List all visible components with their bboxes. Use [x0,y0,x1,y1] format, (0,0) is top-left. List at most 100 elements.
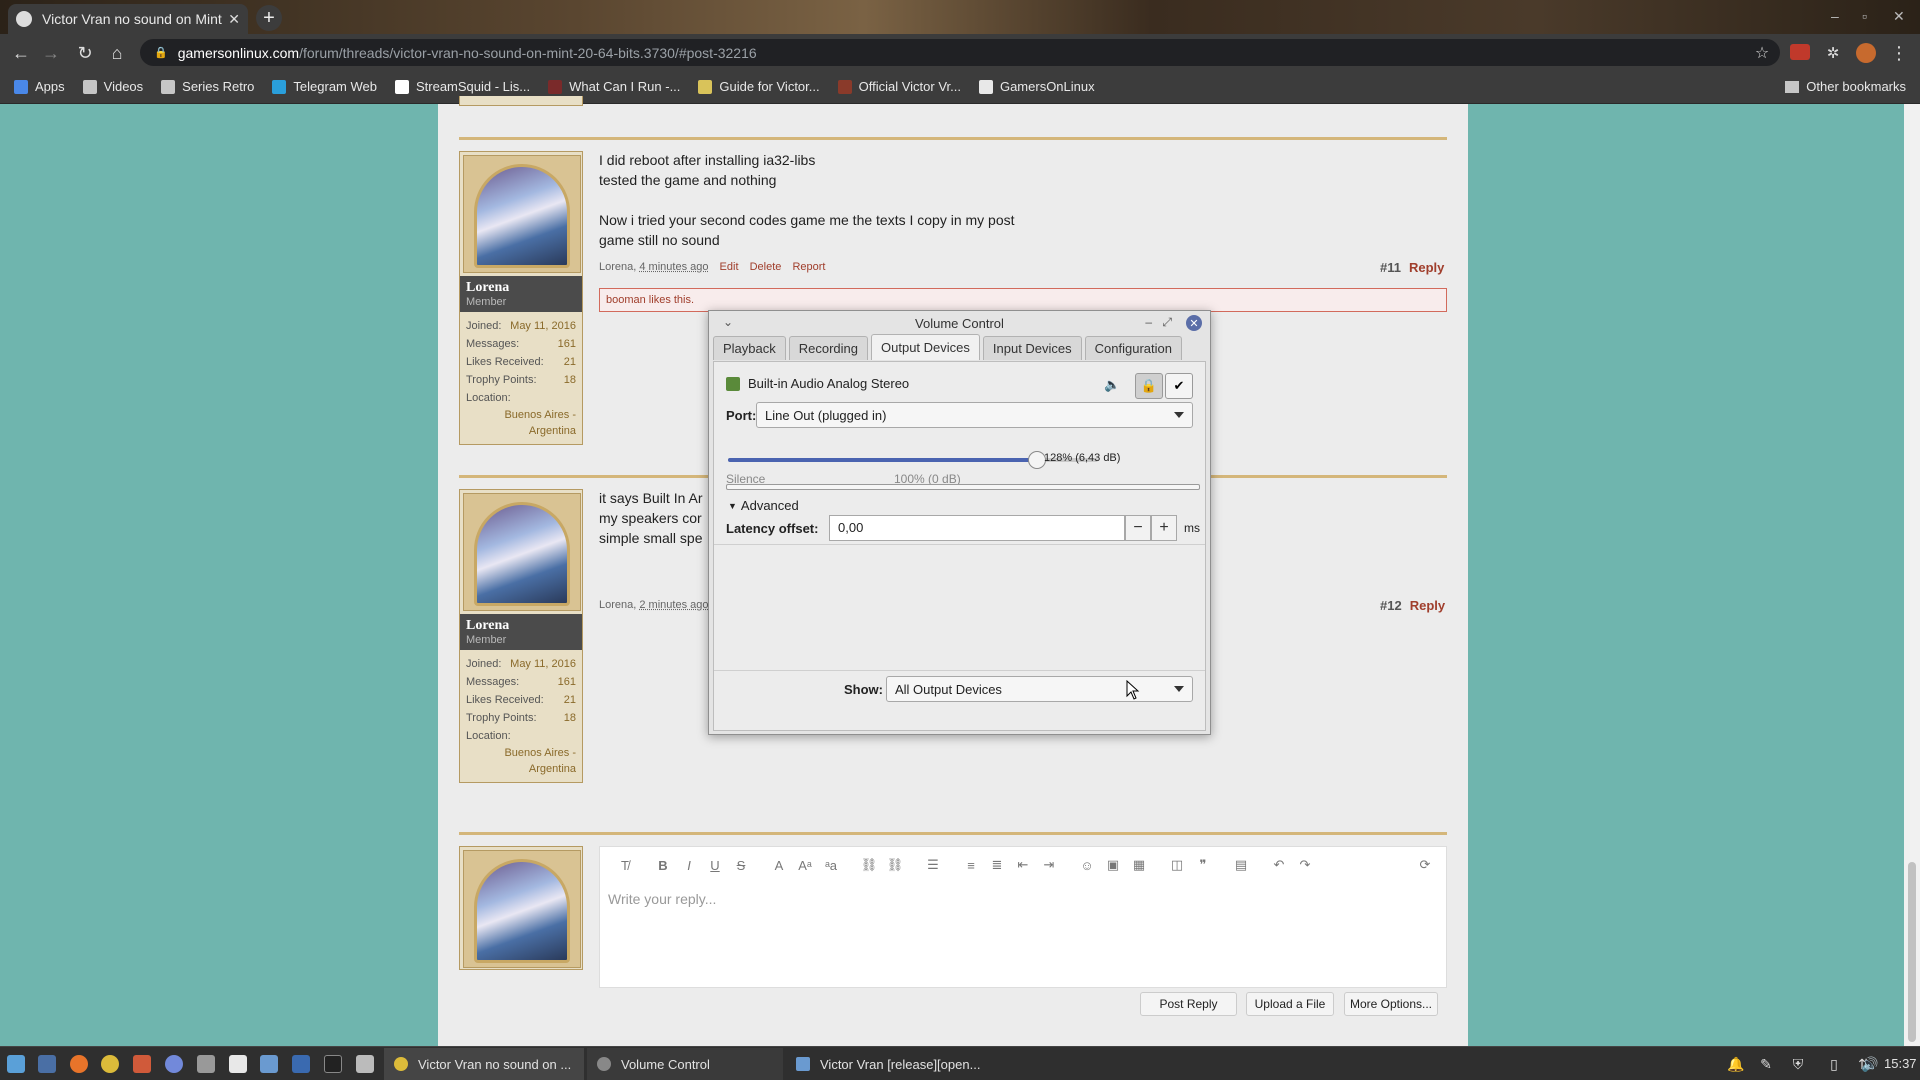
font-family-icon[interactable]: ᵃa [818,858,844,873]
align-icon[interactable]: ☰ [920,857,946,873]
taskbar-window-volume[interactable]: Volume Control [587,1048,783,1080]
menu-launcher-icon[interactable] [7,1055,25,1073]
extensions-icon[interactable]: ✲ [1822,42,1844,64]
bookmark-star-icon[interactable]: ☆ [1751,42,1773,64]
tab-configuration[interactable]: Configuration [1084,336,1182,360]
reload-icon[interactable]: ↻ [74,42,96,64]
bookmark-item[interactable]: Telegram Web [272,79,377,94]
home-icon[interactable]: ⌂ [106,42,128,64]
maximize-icon[interactable]: ▫ [1862,8,1867,24]
text-color-icon[interactable]: A [766,858,792,873]
browser-tab[interactable]: Victor Vran no sound on Mint ✕ [8,4,248,34]
discord-icon[interactable] [165,1055,183,1073]
post-reply-button[interactable]: Post Reply [1140,992,1237,1016]
italic-icon[interactable]: I [676,858,702,873]
image-icon[interactable]: ▣ [1100,857,1126,873]
more-options-button[interactable]: More Options... [1344,992,1438,1016]
remove-format-icon[interactable]: T̸ [612,858,638,873]
forward-icon[interactable]: → [40,42,62,64]
shield-icon[interactable]: ⛨ [1790,1056,1806,1072]
user-avatar[interactable] [463,493,581,611]
adblock-extension-icon[interactable] [1790,44,1810,60]
bookmark-item[interactable]: Apps [14,79,65,94]
toggle-bbcode-icon[interactable]: ⟳ [1412,857,1438,873]
chrome-icon[interactable] [101,1055,119,1073]
menu-icon[interactable]: ⋮ [1888,42,1910,64]
shield-app-icon[interactable] [292,1055,310,1073]
username[interactable]: Lorena [466,618,576,634]
post-time[interactable]: 2 minutes ago [639,599,708,611]
new-tab-button[interactable]: + [256,5,282,31]
tab-output-devices[interactable]: Output Devices [871,334,980,360]
bullet-list-icon[interactable]: ≡ [958,858,984,873]
messages-value[interactable]: 161 [558,676,576,688]
clipboard-icon[interactable]: ▯ [1826,1056,1842,1072]
tab-close-icon[interactable]: ✕ [228,11,240,28]
show-desktop-icon[interactable] [38,1055,56,1073]
likes-summary[interactable]: booman likes this. [599,288,1447,312]
firefox-icon[interactable] [70,1055,88,1073]
latency-input[interactable]: 0,00 [829,515,1125,541]
edit-link[interactable]: Edit [720,261,739,273]
bookmark-item[interactable]: Videos [82,79,143,94]
bookmark-item[interactable]: Series Retro [161,79,254,94]
bookmark-item[interactable]: GamersOnLinux [978,79,1095,94]
tab-input-devices[interactable]: Input Devices [982,336,1082,360]
strikethrough-icon[interactable]: S [728,858,754,873]
set-default-button[interactable]: ✔ [1165,373,1193,399]
back-icon[interactable]: ← [10,42,32,64]
user-avatar[interactable] [463,850,581,968]
smilie-icon[interactable]: ☺ [1074,858,1100,873]
notification-bell-icon[interactable]: 🔔 [1727,1056,1744,1072]
location-value-2[interactable]: Argentina [466,761,576,777]
clapperboard-icon[interactable] [229,1055,247,1073]
terminal-icon[interactable] [324,1055,342,1073]
quote-icon[interactable]: ❞ [1190,857,1216,873]
code-icon[interactable]: ◫ [1164,857,1190,873]
app-icon[interactable] [260,1055,278,1073]
profile-avatar[interactable] [1856,43,1876,63]
post-time[interactable]: 4 minutes ago [639,261,708,273]
taskbar-window-other[interactable]: Victor Vran [release][open... [786,1048,986,1080]
save-draft-icon[interactable]: ▤ [1228,857,1254,873]
close-window-icon[interactable]: ✕ [1893,8,1905,25]
redo-icon[interactable]: ↷ [1292,857,1318,873]
latency-decrease-button[interactable]: − [1125,515,1151,541]
pen-icon[interactable]: ✎ [1758,1056,1774,1072]
trophy-value[interactable]: 18 [564,374,576,386]
taskbar-window-browser[interactable]: Victor Vran no sound on ... [384,1048,584,1080]
volume-icon[interactable]: 🔊 [1861,1056,1878,1072]
bookmark-item[interactable]: StreamSquid - Lis... [394,79,530,94]
trophy-value[interactable]: 18 [564,712,576,724]
post-number[interactable]: #11 [1380,260,1401,275]
address-bar[interactable]: 🔒 gamersonlinux.com/forum/threads/victor… [140,39,1780,66]
show-select[interactable]: All Output Devices [886,676,1193,702]
bookmark-item[interactable]: Official Victor Vr... [837,79,961,94]
messages-value[interactable]: 161 [558,338,576,350]
minimize-icon[interactable]: – [1831,8,1839,24]
latency-increase-button[interactable]: + [1151,515,1177,541]
delete-link[interactable]: Delete [750,261,782,273]
username[interactable]: Lorena [466,280,576,296]
media-icon[interactable]: ▦ [1126,857,1152,873]
underline-icon[interactable]: U [702,858,728,873]
steam-icon[interactable] [197,1055,215,1073]
location-value[interactable]: Buenos Aires - [466,745,576,761]
location-value[interactable]: Buenos Aires - [466,407,576,423]
font-size-icon[interactable]: Aᵃ [792,858,818,873]
bookmark-item[interactable]: What Can I Run -... [548,79,680,94]
undo-icon[interactable]: ↶ [1266,857,1292,873]
user-avatar[interactable] [463,155,581,273]
tab-recording[interactable]: Recording [788,336,869,360]
post-author[interactable]: Lorena, [599,599,636,611]
mute-lock-button[interactable]: 🔒 [1135,373,1163,399]
post-author[interactable]: Lorena, [599,261,636,273]
link-icon[interactable]: ⛓ [856,857,882,873]
reply-link[interactable]: Reply [1409,260,1444,275]
close-icon[interactable]: ✕ [1186,315,1202,331]
unlink-icon[interactable]: ⛓ [882,857,908,873]
advanced-expander[interactable]: ▼ Advanced [728,498,799,513]
outdent-icon[interactable]: ⇤ [1010,857,1036,873]
numbered-list-icon[interactable]: ≣ [984,857,1010,873]
tab-playback[interactable]: Playback [713,336,786,360]
